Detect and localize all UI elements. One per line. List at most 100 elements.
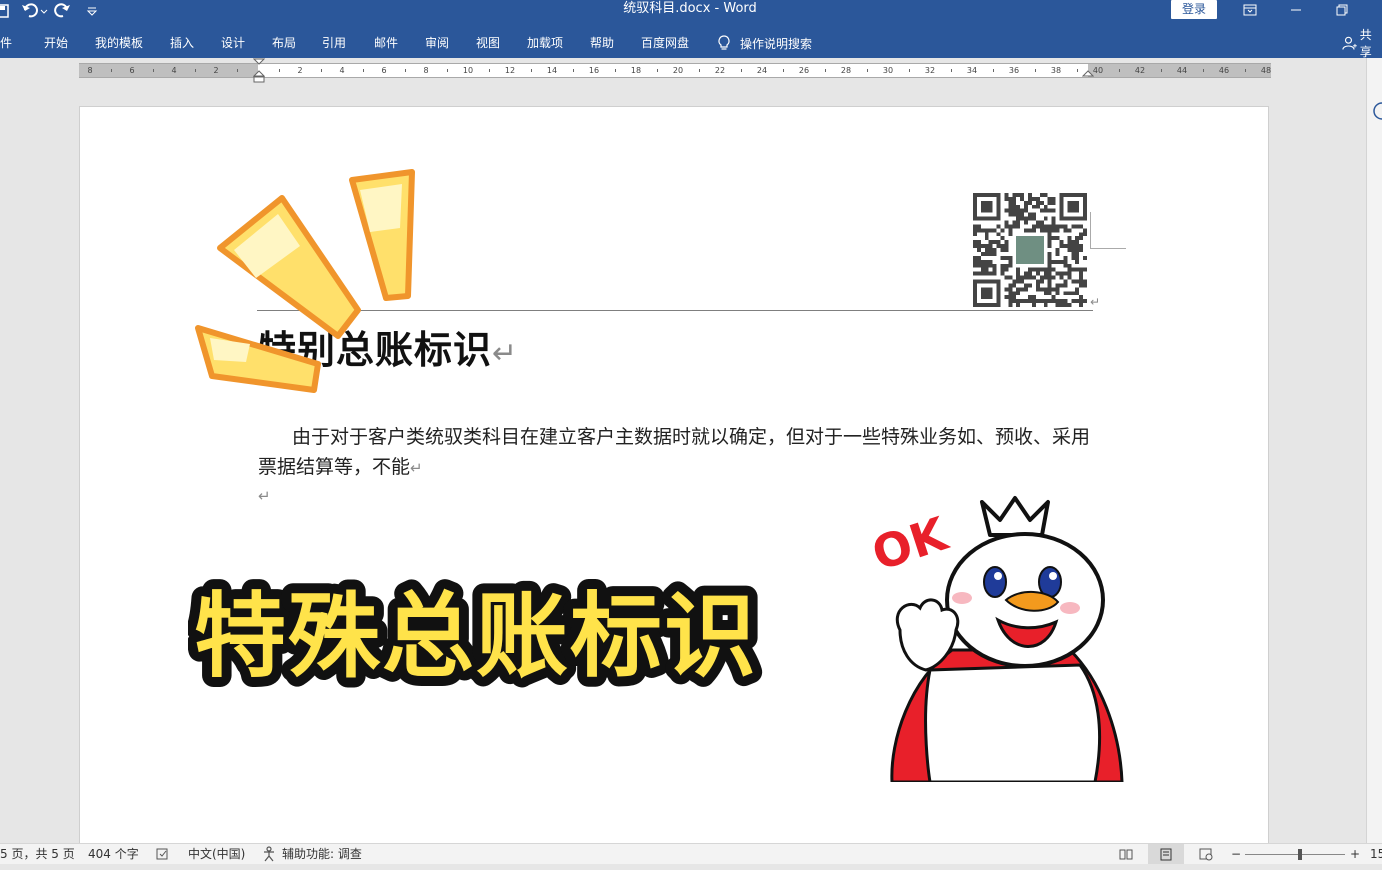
qr-module: [1035, 224, 1040, 229]
share-label: 共享: [1359, 28, 1372, 59]
qr-module: [1004, 244, 1009, 249]
qr-module: [1031, 224, 1036, 229]
tab-file[interactable]: 件: [0, 30, 12, 56]
qr-module: [1000, 236, 1005, 241]
qr-module: [1055, 283, 1060, 288]
qr-module: [1067, 236, 1072, 241]
ruler-number: 8: [87, 66, 93, 75]
minimize-icon[interactable]: [1273, 0, 1319, 20]
proofing-icon[interactable]: [155, 844, 171, 864]
qr-module: [1047, 251, 1052, 256]
tab-references[interactable]: 引用: [322, 30, 346, 56]
qr-module: [1083, 228, 1087, 233]
tab-help[interactable]: 帮助: [590, 30, 614, 56]
qr-module: [976, 240, 981, 245]
qr-module: [1016, 275, 1021, 280]
qr-module: [1043, 271, 1048, 276]
qr-module: [1051, 216, 1056, 221]
qr-module: [1024, 287, 1029, 292]
qr-module: [1047, 283, 1052, 288]
read-mode-icon[interactable]: [1118, 844, 1134, 864]
redo-icon[interactable]: [54, 0, 72, 22]
qr-module: [1047, 236, 1052, 241]
word-count[interactable]: 404 个字: [88, 844, 139, 864]
restore-icon[interactable]: [1319, 0, 1365, 20]
qr-module: [1075, 299, 1080, 304]
qr-module: [1016, 224, 1021, 229]
tab-review[interactable]: 审阅: [425, 30, 449, 56]
right-indent-marker-icon[interactable]: [1082, 68, 1094, 78]
ruler-number: 40: [1092, 66, 1104, 75]
qr-module: [1024, 200, 1029, 205]
undo-icon[interactable]: [20, 0, 48, 22]
login-button[interactable]: 登录: [1171, 0, 1217, 19]
qr-module: [1008, 263, 1013, 268]
qr-module: [1067, 240, 1072, 245]
qr-module: [996, 240, 1001, 245]
qr-module: [1024, 204, 1029, 209]
qr-module: [1028, 275, 1032, 280]
qr-module: [1004, 224, 1009, 229]
qr-module: [1004, 255, 1009, 260]
customize-qat-icon[interactable]: [86, 0, 98, 22]
tab-view[interactable]: 视图: [476, 30, 500, 56]
zoom-in-button[interactable]: +: [1350, 844, 1360, 864]
qr-module: [1067, 228, 1072, 233]
qr-module: [1055, 271, 1060, 276]
qr-module: [1035, 299, 1040, 304]
tab-layout[interactable]: 布局: [272, 30, 296, 56]
save-icon[interactable]: [0, 0, 10, 22]
tab-addins[interactable]: 加载项: [527, 30, 563, 56]
tab-my-templates[interactable]: 我的模板: [95, 30, 143, 56]
qr-module: [1004, 193, 1009, 197]
tab-mailings[interactable]: 邮件: [374, 30, 398, 56]
help-circle-icon[interactable]: [1370, 102, 1382, 120]
qr-module: [1043, 224, 1048, 229]
qr-module: [1039, 279, 1044, 284]
qr-module: [1075, 255, 1080, 260]
tab-home[interactable]: 开始: [44, 30, 68, 56]
qr-module: [1004, 248, 1009, 252]
zoom-slider-track[interactable]: [1245, 854, 1345, 855]
qr-module: [1051, 224, 1056, 229]
ruler-tick: [111, 69, 112, 72]
accessibility-checker[interactable]: 辅助功能: 调查: [262, 844, 362, 864]
body-paragraph[interactable]: 由于对于客户类统驭类科目在建立客户主数据时就以确定，但对于一些特殊业务如、预收、…: [258, 422, 1094, 483]
ribbon-display-options-icon[interactable]: [1227, 0, 1273, 20]
share-button[interactable]: 共享: [1342, 28, 1382, 59]
qr-module: [1004, 208, 1009, 213]
qr-module: [1031, 212, 1036, 217]
ruler-tick: [867, 69, 868, 72]
tab-design[interactable]: 设计: [221, 30, 245, 56]
qr-module: [992, 240, 997, 245]
qr-module: [1008, 303, 1013, 307]
qr-module: [1035, 204, 1040, 209]
zoom-out-button[interactable]: −: [1231, 844, 1241, 864]
tab-insert[interactable]: 插入: [170, 30, 194, 56]
qr-module: [1063, 291, 1068, 296]
indent-marker-icon[interactable]: [253, 58, 265, 84]
qr-module: [1071, 299, 1076, 304]
page-count[interactable]: 5 页，共 5 页: [0, 844, 75, 864]
qr-module: [973, 271, 977, 276]
qr-module: [1047, 299, 1052, 304]
web-layout-icon[interactable]: [1198, 844, 1214, 864]
qr-module: [1008, 295, 1013, 300]
qr-module: [1079, 279, 1084, 284]
language-indicator[interactable]: 中文(中国): [188, 844, 245, 864]
zoom-slider-thumb[interactable]: [1298, 849, 1302, 860]
qr-module: [1051, 259, 1056, 264]
qr-module: [992, 251, 997, 256]
left-eye: [983, 566, 1007, 598]
qr-module: [1028, 271, 1032, 276]
qr-module: [1047, 240, 1052, 245]
tell-me-search[interactable]: 操作说明搜索: [716, 30, 812, 56]
tab-baidu-netdisk[interactable]: 百度网盘: [641, 30, 689, 56]
qr-module: [1047, 244, 1052, 249]
qr-module: [1047, 255, 1052, 260]
print-layout-icon[interactable]: [1148, 844, 1184, 864]
status-bar: 5 页，共 5 页 404 个字 中文(中国) 辅助功能: 调查 − + 15: [0, 843, 1382, 864]
zoom-level[interactable]: 15: [1370, 844, 1382, 864]
ruler-number: 42: [1134, 66, 1146, 75]
qr-module: [976, 263, 981, 268]
